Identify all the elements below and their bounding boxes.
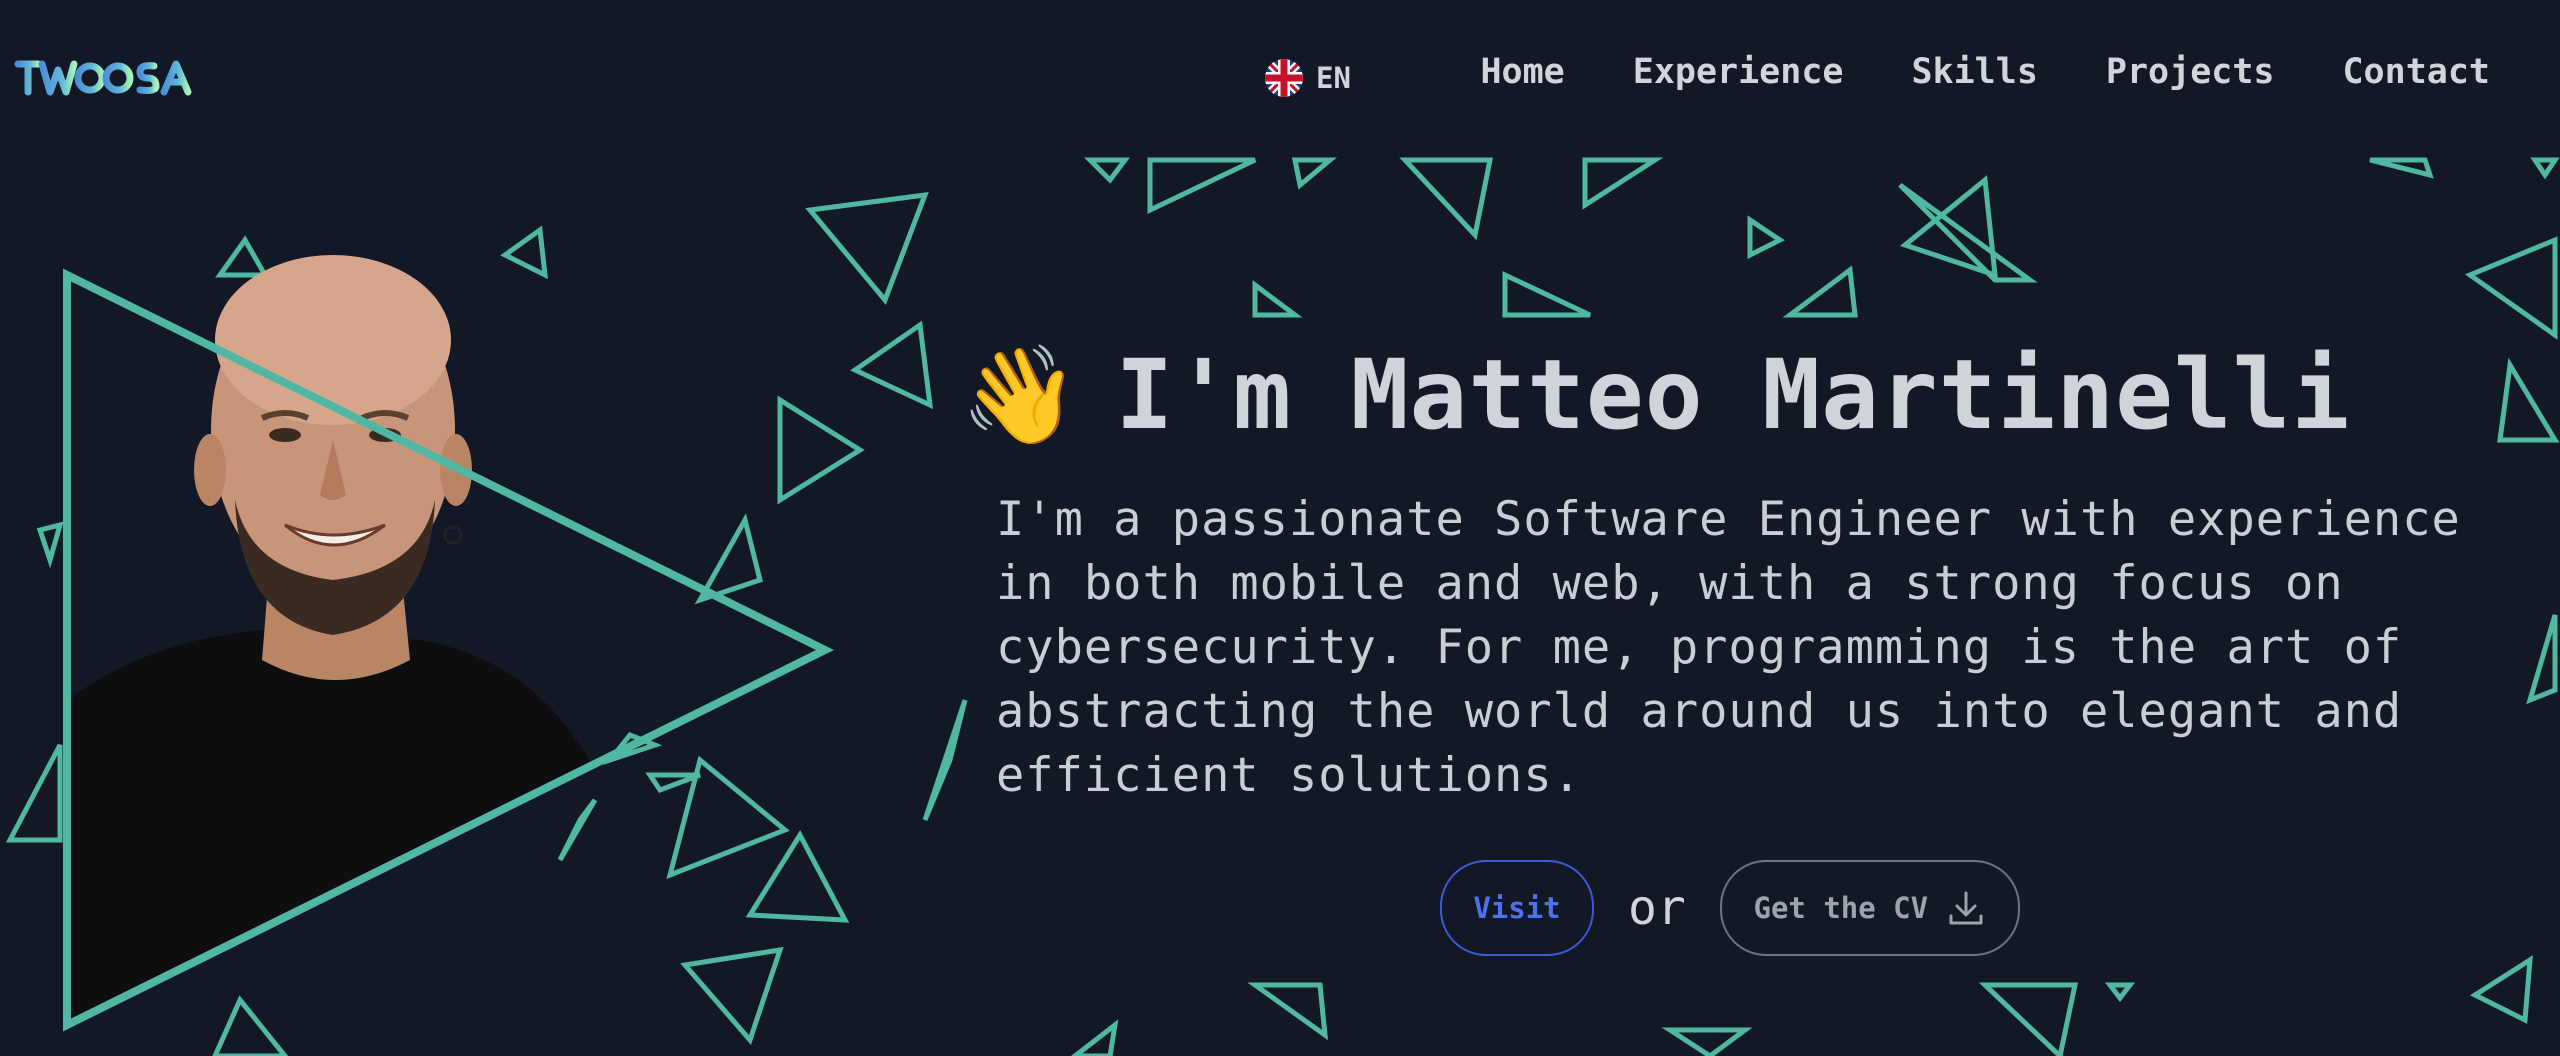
waving-hand-icon: 👋 <box>960 339 1080 451</box>
hero-heading: 👋 I'm Matteo Martinelli <box>960 320 2500 470</box>
hero-section: 👋 I'm Matteo Martinelli I'm a passionate… <box>960 320 2500 808</box>
top-navbar: EN Home Experience Skills Projects Conta… <box>0 0 2560 160</box>
get-cv-label: Get the CV <box>1753 891 1929 925</box>
nav-contact[interactable]: Contact <box>2342 52 2490 92</box>
or-label: or <box>1628 880 1686 936</box>
nav-experience[interactable]: Experience <box>1633 52 1844 92</box>
language-code: EN <box>1316 61 1351 95</box>
nav-projects[interactable]: Projects <box>2106 52 2275 92</box>
nav-home[interactable]: Home <box>1480 52 1564 92</box>
profile-portrait <box>63 255 835 1032</box>
nav-links: Home Experience Skills Projects Contact <box>1480 52 2490 92</box>
download-icon <box>1949 891 1983 925</box>
visit-button[interactable]: Visit <box>1440 860 1594 956</box>
page-title: I'm Matteo Martinelli <box>1115 339 2351 451</box>
nav-skills[interactable]: Skills <box>1911 52 2037 92</box>
site-logo[interactable] <box>14 56 214 100</box>
bio-paragraph: I'm a passionate Software Engineer with … <box>996 492 2461 803</box>
cta-row: Visit or Get the CV <box>1440 860 2020 956</box>
get-cv-button[interactable]: Get the CV <box>1719 860 2020 956</box>
uk-flag-icon <box>1265 59 1303 97</box>
language-selector[interactable]: EN <box>1264 58 1351 98</box>
